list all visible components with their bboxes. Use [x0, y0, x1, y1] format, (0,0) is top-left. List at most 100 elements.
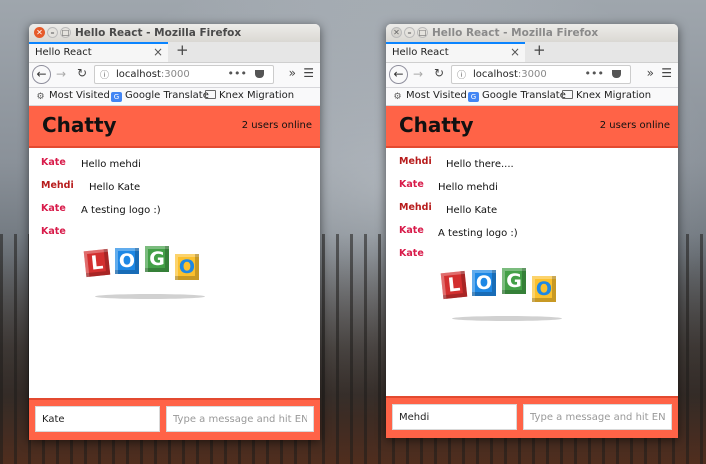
- bookmarks-toolbar: ⚙ Most Visited G Google Translate Knex Mig…: [29, 88, 320, 106]
- logo-image: L O G O: [83, 244, 205, 304]
- gear-icon: ⚙: [393, 92, 402, 102]
- hamburger-menu-icon[interactable]: ☰: [661, 66, 672, 80]
- url-bar[interactable]: ⓘ localhost:3000 •••: [94, 65, 274, 84]
- username-input[interactable]: [392, 404, 517, 430]
- message-content: Hello mehdi: [81, 159, 141, 170]
- logo-shadow: [95, 294, 205, 299]
- logo-cube: O: [472, 270, 496, 296]
- tab-hello-react[interactable]: Hello React ×: [386, 42, 525, 62]
- message-username: Mehdi: [41, 180, 74, 191]
- message-content: Hello Kate: [89, 182, 141, 193]
- back-arrow-icon[interactable]: ←: [389, 65, 408, 84]
- close-window-icon[interactable]: ✕: [34, 27, 45, 38]
- back-arrow-icon[interactable]: ←: [32, 65, 51, 84]
- tab-strip: Hello React × +: [29, 41, 320, 63]
- window-titlebar: ✕ – □ Hello React - Mozilla Firefox: [386, 24, 678, 42]
- message-content: A testing logo :): [438, 228, 518, 239]
- bookmark-google-translate[interactable]: G Google Translate: [468, 90, 566, 102]
- folder-icon: [205, 90, 216, 99]
- info-icon[interactable]: ⓘ: [100, 68, 109, 81]
- close-tab-icon[interactable]: ×: [510, 45, 520, 59]
- message-input[interactable]: [166, 406, 314, 432]
- url-host: localhost: [116, 69, 161, 80]
- url-port: :3000: [517, 69, 547, 80]
- pocket-icon[interactable]: [255, 70, 264, 78]
- message-username: Mehdi: [399, 202, 432, 213]
- reload-icon[interactable]: ↻: [77, 66, 87, 80]
- chat-bar: [386, 396, 678, 438]
- new-tab-icon[interactable]: +: [176, 41, 189, 59]
- bookmark-most-visited[interactable]: ⚙ Most Visited: [392, 90, 466, 102]
- overflow-chevron-icon[interactable]: »: [647, 66, 654, 80]
- message-username: Mehdi: [399, 156, 432, 167]
- message-username: Kate: [41, 226, 66, 237]
- tab-label: Hello React: [392, 47, 449, 58]
- url-port: :3000: [160, 69, 190, 80]
- forward-arrow-icon[interactable]: →: [413, 67, 423, 81]
- logo-cube: O: [175, 254, 199, 280]
- google-translate-icon: G: [111, 92, 122, 102]
- message-username: Kate: [399, 225, 424, 236]
- chatty-navbar: Chatty 2 users online: [386, 106, 678, 148]
- pocket-icon[interactable]: [612, 70, 621, 78]
- page-actions-icon[interactable]: •••: [585, 67, 604, 80]
- bookmark-knex-migration[interactable]: Knex Migration: [562, 90, 651, 101]
- minimize-window-icon[interactable]: –: [404, 27, 415, 38]
- message-username: Kate: [399, 179, 424, 190]
- navigation-toolbar: ← → ↻ ⓘ localhost:3000 ••• » ☰: [29, 63, 320, 88]
- info-icon[interactable]: ⓘ: [457, 68, 466, 81]
- window-titlebar: ✕ – □ Hello React - Mozilla Firefox: [29, 24, 320, 42]
- message-input[interactable]: [523, 404, 672, 430]
- overflow-chevron-icon[interactable]: »: [289, 66, 296, 80]
- forward-arrow-icon[interactable]: →: [56, 67, 66, 81]
- message-content: Hello there....: [446, 159, 514, 170]
- message-content: Hello mehdi: [438, 182, 498, 193]
- logo-cube: L: [440, 270, 468, 300]
- logo-cube: O: [532, 276, 556, 302]
- message-username: Kate: [41, 157, 66, 168]
- reload-icon[interactable]: ↻: [434, 66, 444, 80]
- message-username: Kate: [41, 203, 66, 214]
- url-host: localhost: [473, 69, 518, 80]
- logo-cube: O: [115, 248, 139, 274]
- bookmark-knex-migration[interactable]: Knex Migration: [205, 90, 294, 101]
- firefox-window-kate: ✕ – □ Hello React - Mozilla Firefox Hell…: [29, 24, 320, 440]
- google-translate-icon: G: [468, 92, 479, 102]
- maximize-window-icon[interactable]: □: [60, 27, 71, 38]
- bookmarks-toolbar: ⚙ Most Visited G Google Translate Knex Mig…: [386, 88, 678, 106]
- page-actions-icon[interactable]: •••: [228, 67, 247, 80]
- logo-cube: G: [145, 246, 169, 272]
- window-title: Hello React - Mozilla Firefox: [432, 27, 599, 39]
- logo-cube: G: [502, 268, 526, 294]
- users-online-count: 2 users online: [599, 120, 670, 131]
- username-input[interactable]: [35, 406, 160, 432]
- logo-image: L O G O: [440, 266, 562, 326]
- window-title: Hello React - Mozilla Firefox: [75, 27, 242, 39]
- tab-label: Hello React: [35, 47, 92, 58]
- maximize-window-icon[interactable]: □: [417, 27, 428, 38]
- minimize-window-icon[interactable]: –: [47, 27, 58, 38]
- message-content: A testing logo :): [81, 205, 161, 216]
- message-username: Kate: [399, 248, 424, 259]
- message-content: Hello Kate: [446, 205, 498, 216]
- hamburger-menu-icon[interactable]: ☰: [303, 66, 314, 80]
- firefox-window-mehdi: ✕ – □ Hello React - Mozilla Firefox Hell…: [386, 24, 678, 438]
- new-tab-icon[interactable]: +: [533, 41, 546, 59]
- navigation-toolbar: ← → ↻ ⓘ localhost:3000 ••• » ☰: [386, 63, 678, 88]
- app-title: Chatty: [42, 113, 117, 137]
- close-tab-icon[interactable]: ×: [153, 45, 163, 59]
- bookmark-google-translate[interactable]: G Google Translate: [111, 90, 209, 102]
- tab-strip: Hello React × +: [386, 41, 678, 63]
- app-title: Chatty: [399, 113, 474, 137]
- logo-shadow: [452, 316, 562, 321]
- gear-icon: ⚙: [36, 92, 45, 102]
- tab-hello-react[interactable]: Hello React ×: [29, 42, 168, 62]
- chatty-navbar: Chatty 2 users online: [29, 106, 320, 148]
- users-online-count: 2 users online: [241, 120, 312, 131]
- logo-cube: L: [83, 248, 111, 278]
- close-window-icon[interactable]: ✕: [391, 27, 402, 38]
- folder-icon: [562, 90, 573, 99]
- bookmark-most-visited[interactable]: ⚙ Most Visited: [35, 90, 109, 102]
- chat-bar: [29, 398, 320, 440]
- url-bar[interactable]: ⓘ localhost:3000 •••: [451, 65, 631, 84]
